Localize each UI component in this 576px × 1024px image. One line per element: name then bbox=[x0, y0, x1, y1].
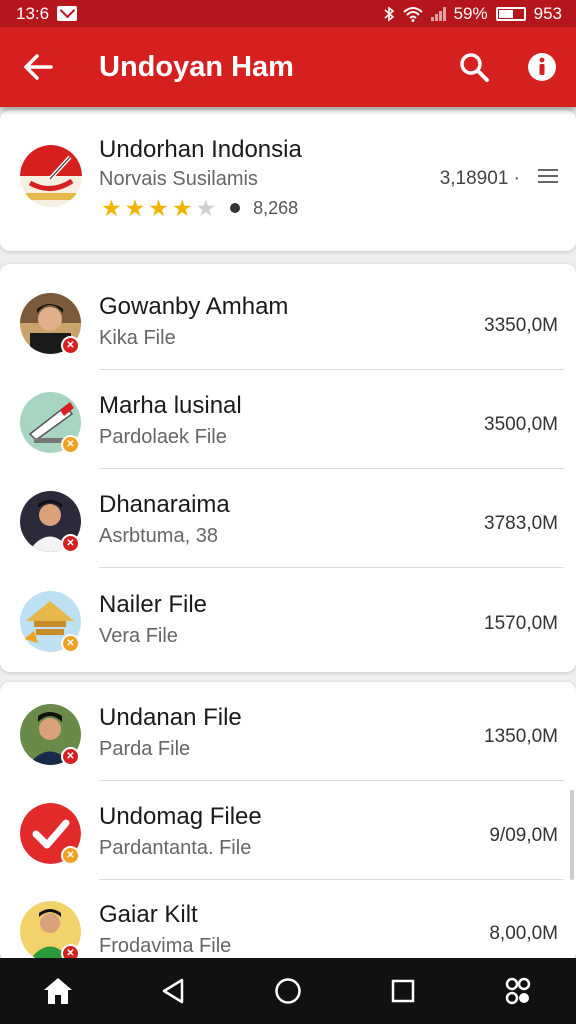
recents-icon bbox=[391, 979, 415, 1003]
nav-apps-button[interactable] bbox=[488, 961, 548, 1021]
star-icon: ★ bbox=[124, 195, 146, 221]
nav-home-circle-button[interactable] bbox=[258, 961, 318, 1021]
file-size: 1350,0M bbox=[484, 726, 558, 747]
nav-recents-button[interactable] bbox=[373, 961, 433, 1021]
battery-percent: 59% bbox=[453, 3, 488, 23]
featured-subtitle: Norvais Susilamis bbox=[99, 168, 258, 190]
navigation-bar bbox=[0, 958, 576, 1024]
file-title: Marha lusinal bbox=[99, 392, 242, 419]
mail-icon bbox=[57, 6, 78, 21]
dot-icon bbox=[230, 203, 241, 213]
file-title: Undomag Filee bbox=[99, 803, 262, 830]
badge-icon: ✕ bbox=[61, 336, 80, 355]
search-icon bbox=[460, 53, 489, 82]
file-subtitle: Parda File bbox=[99, 738, 191, 760]
file-subtitle: Pardolaek File bbox=[99, 426, 227, 448]
arrow-back-icon bbox=[24, 54, 53, 80]
nav-back-button[interactable] bbox=[143, 961, 203, 1021]
list-item[interactable]: ✕ Gowanby Amham Kika File 3350,0M bbox=[0, 271, 576, 370]
file-size: 3350,0M bbox=[484, 315, 558, 336]
file-size: 8,00,0M bbox=[489, 923, 558, 944]
file-size: 9/09,0M bbox=[489, 825, 558, 846]
signal-icon bbox=[430, 6, 446, 21]
badge-icon: ✕ bbox=[61, 435, 80, 454]
home-icon bbox=[43, 978, 72, 1004]
badge-icon: ✕ bbox=[61, 846, 80, 865]
status-right-text: 953 bbox=[533, 3, 562, 23]
badge-icon: ✕ bbox=[61, 747, 80, 766]
nav-home-circle-icon bbox=[275, 978, 301, 1004]
back-button[interactable] bbox=[0, 27, 76, 107]
file-title: Dhanaraima bbox=[99, 491, 230, 518]
list-item[interactable]: ✕ Undomag Filee Pardantanta. File 9/09,0M bbox=[0, 781, 576, 880]
file-title: Undanan File bbox=[99, 704, 242, 731]
file-size: 3500,0M bbox=[484, 414, 558, 435]
featured-size: 3,18901 · bbox=[439, 168, 520, 189]
file-size: 1570,0M bbox=[484, 613, 558, 634]
list-item[interactable]: ✕ Marha lusinal Pardolaek File 3500,0M bbox=[0, 370, 576, 469]
file-title: Nailer File bbox=[99, 591, 208, 618]
file-title: Gowanby Amham bbox=[99, 293, 289, 320]
file-title: Gaiar Kilt bbox=[99, 901, 198, 928]
rating-count: 8,268 bbox=[253, 197, 299, 218]
star-icon: ★ bbox=[171, 195, 193, 221]
file-subtitle: Kika File bbox=[99, 327, 176, 349]
list-item[interactable]: ✕ Nailer File Vera File 1570,0M bbox=[0, 569, 576, 668]
info-icon bbox=[528, 53, 556, 81]
badge-icon: ✕ bbox=[61, 634, 80, 653]
file-size: 3783,0M bbox=[484, 513, 558, 534]
list-item[interactable]: ✕ Undanan File Parda File 1350,0M bbox=[0, 682, 576, 781]
nav-home-button[interactable] bbox=[28, 961, 88, 1021]
status-time: 13:6 bbox=[16, 3, 50, 23]
file-subtitle: Pardantanta. File bbox=[99, 837, 252, 859]
featured-name: Undorhan Indonsia bbox=[99, 136, 302, 163]
star-icon: ★ bbox=[101, 195, 122, 221]
file-subtitle: Vera File bbox=[99, 625, 178, 647]
battery-icon bbox=[495, 6, 526, 21]
bluetooth-icon bbox=[384, 5, 394, 22]
star-icon: ★ bbox=[195, 195, 217, 221]
file-subtitle: Frodavima File bbox=[99, 935, 232, 957]
featured-app-icon bbox=[20, 145, 82, 207]
info-button[interactable] bbox=[508, 27, 576, 107]
status-bar: 13:6 59% 953 bbox=[0, 0, 576, 27]
list-item[interactable]: ✕ Dhanaraima Asrbtuma, 38 3783,0M bbox=[0, 469, 576, 568]
search-button[interactable] bbox=[440, 27, 508, 107]
scrollbar[interactable] bbox=[570, 790, 574, 880]
page-title: Undoyan Ham bbox=[99, 50, 294, 83]
app-bar: Undoyan Ham bbox=[0, 27, 576, 107]
star-icon: ★ bbox=[148, 195, 169, 221]
menu-icon[interactable] bbox=[538, 169, 558, 183]
apps-icon bbox=[506, 977, 531, 1005]
nav-back-icon bbox=[162, 978, 184, 1004]
rating: ★ ★ ★ ★ ★ 8,268 bbox=[101, 196, 298, 220]
badge-icon: ✕ bbox=[61, 534, 80, 553]
divider bbox=[99, 567, 564, 568]
wifi-icon bbox=[402, 6, 423, 22]
file-subtitle: Asrbtuma, 38 bbox=[99, 525, 218, 547]
